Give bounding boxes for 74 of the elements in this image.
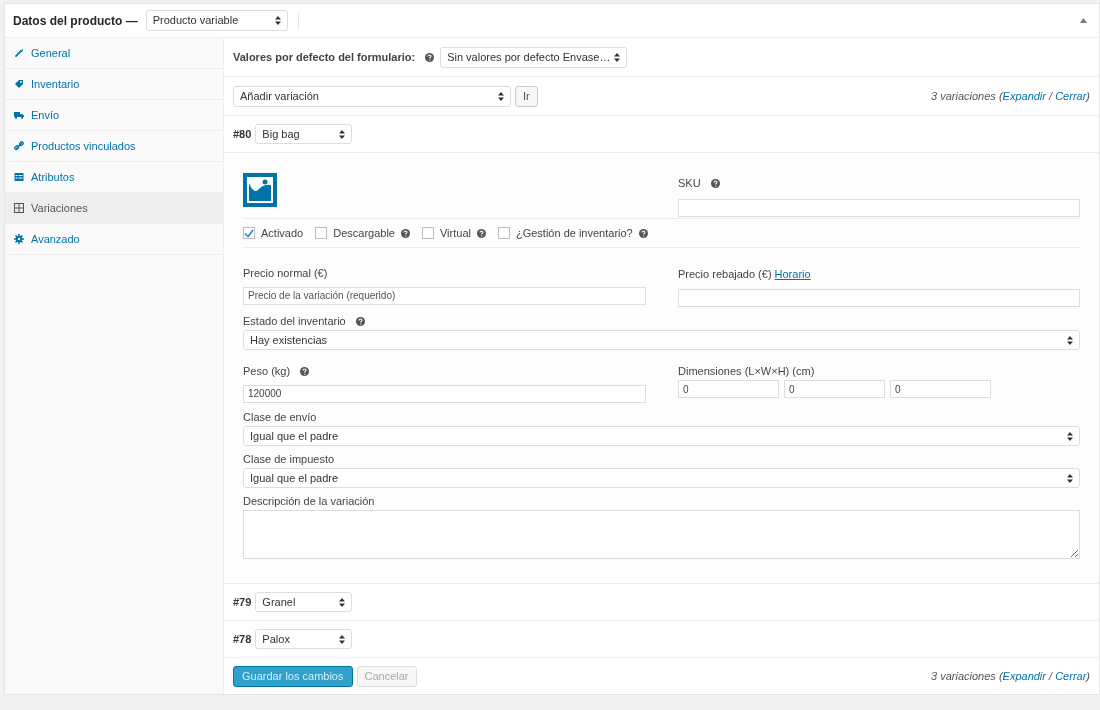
- weight-label: Peso (kg): [243, 363, 291, 379]
- grid-icon: [14, 203, 24, 213]
- help-icon: [300, 366, 310, 376]
- variation-count: 3 variaciones (Expandir / Cerrar): [931, 668, 1090, 684]
- caret-icon: [1067, 473, 1073, 483]
- caret-icon: [339, 597, 346, 607]
- expand-link[interactable]: Expandir: [1002, 89, 1046, 102]
- caret-icon: [1067, 431, 1073, 441]
- wrench-icon: [14, 48, 24, 58]
- gear-icon: [14, 234, 24, 244]
- variation-count: 3 variaciones (Expandir / Cerrar): [931, 88, 1090, 104]
- add-variation-select[interactable]: Añadir variación: [233, 85, 511, 107]
- link-icon: [14, 141, 24, 151]
- sidebar-tab[interactable]: Avanzado: [5, 224, 223, 255]
- checkbox-label: Descargable: [333, 225, 395, 241]
- stock-status-label: Estado del inventario: [243, 313, 346, 329]
- tax-class-label: Clase de impuesto: [243, 451, 335, 467]
- variation-number: #78: [233, 631, 252, 647]
- help-icon: [425, 52, 435, 62]
- tag-icon: [14, 79, 24, 89]
- description-label: Descripción de la variación: [243, 493, 375, 509]
- tax-class-select[interactable]: Igual que el padre: [243, 468, 1080, 488]
- dimension-field[interactable]: 0: [678, 380, 779, 398]
- caret-icon: [339, 634, 346, 644]
- caret-icon: [498, 91, 504, 101]
- dimension-field[interactable]: 0: [784, 380, 885, 398]
- product-type-select[interactable]: Producto variable: [145, 10, 288, 31]
- weight-field[interactable]: 120000: [243, 384, 646, 403]
- stock-status-select[interactable]: Hay existencias: [243, 330, 1080, 350]
- defaults-label: Valores por defecto del formulario:: [233, 49, 416, 65]
- checkbox-label: ¿Gestión de inventario?: [515, 225, 633, 241]
- variation-number: #80: [233, 126, 252, 142]
- dimensions-label: Dimensiones (L×W×H) (cm): [678, 363, 815, 379]
- caret-icon: [274, 16, 281, 25]
- description-field[interactable]: [243, 510, 1080, 559]
- checkbox[interactable]: [497, 227, 510, 239]
- variation-select[interactable]: Big bag: [255, 124, 353, 144]
- sku-field[interactable]: [678, 199, 1080, 217]
- collapse-arrow-icon[interactable]: [1080, 18, 1087, 23]
- sale-price-field[interactable]: [678, 288, 1080, 307]
- checkbox-label: Activado: [261, 225, 304, 241]
- help-icon: [710, 178, 720, 188]
- variation-select[interactable]: Palox: [255, 629, 353, 649]
- sidebar-tab[interactable]: Productos vinculados: [5, 131, 223, 162]
- defaults-select[interactable]: Sin valores por defecto Envase…: [440, 46, 628, 68]
- sidebar-tab[interactable]: Variaciones: [5, 193, 223, 224]
- go-button[interactable]: Ir: [515, 85, 538, 107]
- checkbox[interactable]: [421, 227, 434, 239]
- sale-price-label: Precio rebajado (€): [678, 266, 772, 282]
- checkbox[interactable]: [315, 227, 328, 239]
- variation-number: #79: [233, 594, 252, 610]
- sku-label: SKU: [678, 176, 701, 191]
- help-icon: [355, 316, 365, 326]
- shipping-class-select[interactable]: Igual que el padre: [243, 426, 1080, 446]
- truck-icon: [14, 110, 24, 120]
- regular-price-field[interactable]: Precio de la variación (requerido): [243, 286, 646, 305]
- image-placeholder-icon: [243, 173, 277, 207]
- regular-price-label: Precio normal (€): [243, 265, 328, 281]
- caret-icon: [339, 129, 346, 139]
- caret-icon: [614, 52, 621, 62]
- checkmark-icon: [244, 228, 254, 238]
- list-icon: [14, 172, 24, 182]
- sidebar-tab[interactable]: General: [5, 38, 223, 69]
- schedule-link[interactable]: Horario: [774, 265, 811, 283]
- sidebar-tab[interactable]: Envío: [5, 100, 223, 131]
- panel-title: Datos del producto —: [13, 12, 138, 30]
- expand-link[interactable]: Expandir: [1002, 669, 1046, 682]
- caret-icon: [1067, 335, 1073, 345]
- shipping-class-label: Clase de envío: [243, 409, 317, 425]
- variation-select[interactable]: Granel: [255, 592, 353, 612]
- sidebar-tab[interactable]: Inventario: [5, 69, 223, 100]
- dimension-field[interactable]: 0: [890, 380, 991, 398]
- checkbox[interactable]: [243, 227, 255, 239]
- checkbox-label: Virtual: [439, 225, 471, 241]
